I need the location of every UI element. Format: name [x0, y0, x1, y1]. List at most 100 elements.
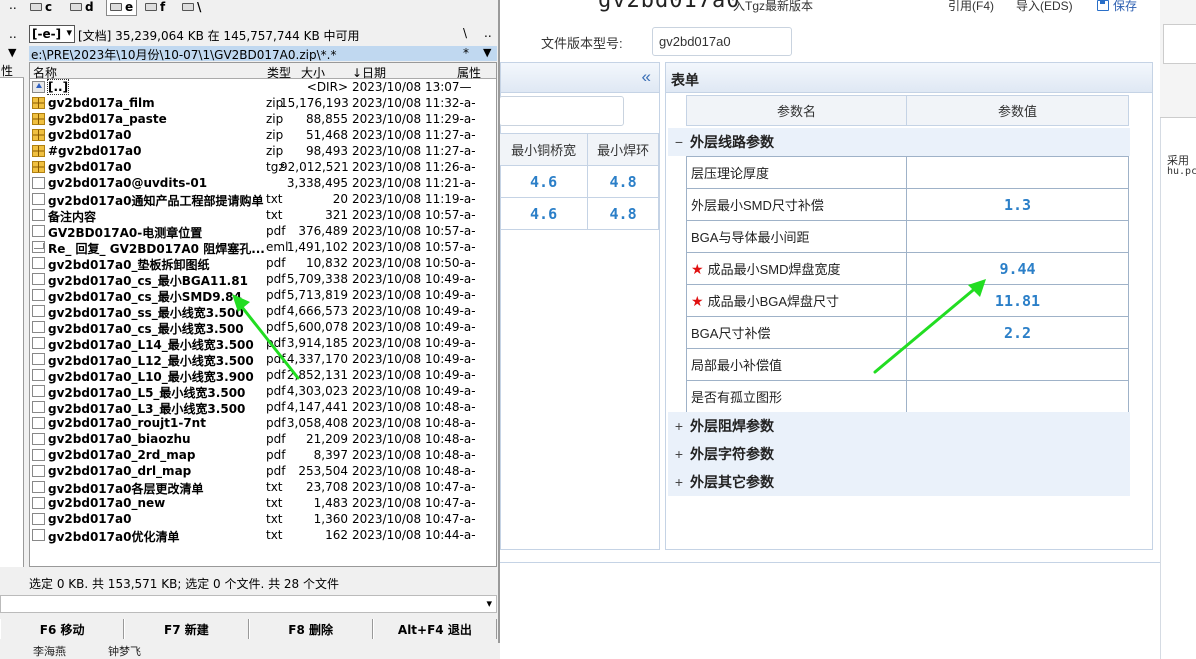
drive-select[interactable]: [-e-]	[29, 25, 75, 43]
param-value-cell[interactable]	[906, 220, 1129, 253]
move-button[interactable]: F6 移动	[0, 619, 125, 639]
group-outer-circuit[interactable]: − 外层线路参数	[668, 128, 1130, 156]
file-row[interactable]: Re_ 回复_ GV2BD017A0 阻焊塞孔... eml 1,491,102 20…	[30, 239, 496, 256]
taskbar-item[interactable]: 钟梦飞	[108, 643, 141, 659]
file-icon	[32, 369, 45, 381]
file-row[interactable]: gv2bd017a0 tgz 92,012,521 2023/10/08 11:26-…	[30, 159, 496, 175]
file-row[interactable]: gv2bd017a_paste zip 88,855 2023/10/08 11:29…	[30, 111, 496, 127]
right-side-input[interactable]	[1163, 24, 1196, 64]
group-outer-soldermask[interactable]: + 外层阻焊参数	[668, 412, 1130, 440]
save-button[interactable]: 保存	[1097, 0, 1137, 14]
file-row[interactable]: 备注内容 txt 321 2023/10/08 10:57-a-	[30, 207, 496, 224]
param-value-cell[interactable]: 11.81	[906, 284, 1129, 317]
drive-button-3[interactable]: f	[145, 0, 165, 16]
version-input[interactable]: gv2bd017a0	[652, 27, 792, 56]
file-row[interactable]: gv2bd017a0_L12_最小线宽3.500 pdf 4,337,170 2023…	[30, 351, 496, 368]
file-size: <DIR>	[306, 80, 348, 94]
command-line-input[interactable]	[0, 595, 497, 613]
param-row[interactable]: 局部最小补偿值	[686, 348, 1129, 381]
param-row[interactable]: 外层最小SMD尺寸补偿 1.3	[686, 188, 1129, 221]
table-row[interactable]: 4.6 4.8	[498, 165, 659, 198]
group-outer-other[interactable]: + 外层其它参数	[668, 468, 1130, 496]
param-row[interactable]: BGA与导体最小间距	[686, 220, 1129, 253]
file-size: 5,600,078	[286, 320, 348, 334]
left-file-pane[interactable]: 性	[0, 62, 24, 567]
drive-button-0[interactable]: c	[30, 0, 52, 16]
file-row[interactable]: gv2bd017a0优化清单 txt 162 2023/10/08 10:44-a-	[30, 527, 496, 544]
parent-button[interactable]: ..	[484, 26, 492, 40]
file-row[interactable]: gv2bd017a0_ss_最小线宽3.500 pdf 4,666,573 2023/…	[30, 303, 496, 320]
file-row[interactable]: gv2bd017a0_roujt1-7nt pdf 3,058,408 2023/10…	[30, 415, 496, 431]
file-row[interactable]: gv2bd017a0@uvdits-01 3,338,495 2023/10/08 …	[30, 175, 496, 191]
file-row[interactable]: gv2bd017a0_cs_最小SMD9.84 pdf 5,713,819 2023/…	[30, 287, 496, 304]
file-row[interactable]: gv2bd017a0_new txt 1,483 2023/10/08 10:47-a…	[30, 495, 496, 511]
import-eds-button[interactable]: 导入(EDS)	[1016, 0, 1073, 14]
path-filter[interactable]: *	[463, 46, 469, 60]
param-value-cell[interactable]: 9.44	[906, 252, 1129, 285]
taskbar-item[interactable]: 李海燕	[33, 643, 66, 659]
file-row[interactable]: gv2bd017a0_biaozhu pdf 21,209 2023/10/08 10…	[30, 431, 496, 447]
file-row[interactable]: gv2bd017a0_cs_最小线宽3.500 pdf 5,600,078 2023/…	[30, 319, 496, 336]
expand-group-icon[interactable]: +	[668, 418, 690, 434]
file-row[interactable]: gv2bd017a0 txt 1,360 2023/10/08 10:47-a-	[30, 511, 496, 527]
file-row[interactable]: gv2bd017a0通知产品工程部提请购单 txt 20 2023/10/08 11:…	[30, 191, 496, 208]
file-size: 92,012,521	[280, 160, 349, 174]
file-row[interactable]: gv2bd017a0 zip 51,468 2023/10/08 11:27-a-	[30, 127, 496, 143]
param-value-cell[interactable]	[906, 380, 1129, 413]
file-row[interactable]: gv2bd017a0_L10_最小线宽3.900 pdf 2,852,131 2023…	[30, 367, 496, 384]
file-row[interactable]: gv2bd017a0_drl_map pdf 253,504 2023/10/08 1…	[30, 463, 496, 479]
drive-button-1[interactable]: d	[70, 0, 94, 16]
chevron-down-icon[interactable]: ▼	[8, 46, 16, 59]
expand-group-icon[interactable]: +	[668, 446, 690, 462]
param-value-cell[interactable]: 2.2	[906, 316, 1129, 349]
param-row[interactable]: ★ 成品最小SMD焊盘宽度 9.44	[686, 252, 1129, 285]
min-col-header[interactable]: 最小铜桥宽	[498, 133, 589, 166]
new-folder-button[interactable]: F7 新建	[124, 619, 249, 639]
collapse-group-icon[interactable]: −	[668, 134, 690, 150]
file-row[interactable]: gv2bd017a0_L5_最小线宽3.500 pdf 4,303,023 2023/…	[30, 383, 496, 400]
collapse-icon[interactable]: «	[642, 67, 651, 87]
param-value-cell[interactable]	[906, 348, 1129, 381]
file-row[interactable]: #gv2bd017a0 zip 98,493 2023/10/08 11:27-a-	[30, 143, 496, 159]
drive-button-4[interactable]: \	[182, 0, 201, 16]
right-file-pane[interactable]: 名称 类型 大小 ↓日期 属性 [..] <DIR> 2023/10/08 13:0…	[29, 62, 497, 567]
param-value-cell[interactable]	[906, 156, 1129, 189]
reference-button[interactable]: 引用(F4)	[948, 0, 994, 14]
param-name-header[interactable]: 参数名	[687, 96, 907, 125]
param-name: 局部最小补偿值	[691, 358, 783, 373]
drive-button-2[interactable]: e	[106, 0, 138, 16]
param-value-cell[interactable]: 1.3	[906, 188, 1129, 221]
import-tgz-button[interactable]: 入Tgz最新版本	[733, 0, 813, 14]
param-row[interactable]: 层压理论厚度	[686, 156, 1129, 189]
param-value-header[interactable]: 参数值	[907, 96, 1128, 125]
exit-button[interactable]: Alt+F4 退出	[372, 619, 497, 639]
root-button[interactable]: \	[463, 26, 467, 40]
chevron-down-icon[interactable]: ▼	[483, 46, 491, 59]
file-row[interactable]: gv2bd017a0_L14_最小线宽3.500 pdf 3,914,185 2023…	[30, 335, 496, 352]
file-row[interactable]: gv2bd017a0各层更改清单 txt 23,708 2023/10/08 10:4…	[30, 479, 496, 496]
left-pane-column-header[interactable]: 性	[0, 62, 24, 78]
group-outer-silkscreen[interactable]: + 外层字符参数	[668, 440, 1130, 468]
file-row[interactable]: gv2bd017a0_垫板拆卸图纸 pdf 10,832 2023/10/08 10:…	[30, 255, 496, 272]
group-label: 外层字符参数	[690, 446, 774, 462]
param-row[interactable]: ★ 成品最小BGA焊盘尺寸 11.81	[686, 284, 1129, 317]
file-row[interactable]: [..] <DIR> 2023/10/08 13:07—	[30, 79, 496, 95]
file-row[interactable]: gv2bd017a0_2rd_map pdf 8,397 2023/10/08 10:…	[30, 447, 496, 463]
file-row[interactable]: gv2bd017a0_L3_最小线宽3.500 pdf 4,147,441 2023/…	[30, 399, 496, 416]
expand-group-icon[interactable]: +	[668, 474, 690, 490]
taskbar-strip	[0, 643, 500, 659]
table-row[interactable]: 4.6 4.8	[498, 197, 659, 230]
param-row[interactable]: BGA尺寸补偿 2.2	[686, 316, 1129, 349]
left-dots[interactable]: ..	[9, 27, 17, 41]
param-row[interactable]: 是否有孤立图形	[686, 380, 1129, 413]
file-row[interactable]: GV2BD017A0-电测章位置 pdf 376,489 2023/10/08 10:…	[30, 223, 496, 240]
file-name: gv2bd017a0	[48, 512, 132, 526]
file-row[interactable]: gv2bd017a_film zip 15,176,193 2023/10/08 11…	[30, 95, 496, 111]
delete-button[interactable]: F8 删除	[248, 619, 373, 639]
left-search-input[interactable]	[499, 96, 624, 126]
min-col-header[interactable]: 最小焊环	[587, 133, 659, 166]
file-icon	[32, 321, 45, 333]
file-row[interactable]: gv2bd017a0_cs_最小BGA11.81 pdf 5,709,338 2023…	[30, 271, 496, 288]
file-icon	[32, 193, 45, 205]
drive-bar-dots[interactable]: ..	[9, 0, 17, 12]
